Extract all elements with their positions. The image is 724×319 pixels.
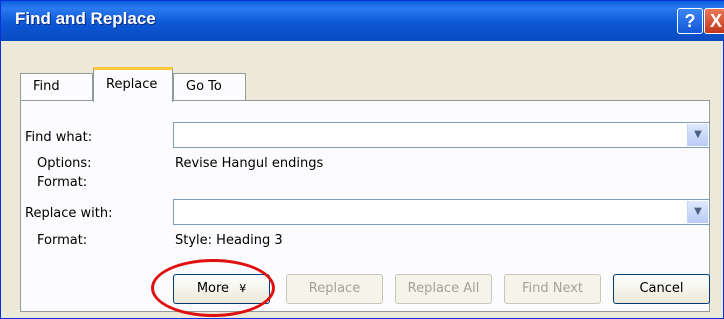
find-replace-dialog: Find and Replace ? X Find Replace Go To … bbox=[0, 0, 724, 319]
find-next-button-label: Find Next bbox=[521, 281, 584, 296]
tab-bar: Find Replace Go To bbox=[20, 67, 710, 102]
replace-button-label: Replace bbox=[308, 281, 361, 296]
find-what-label: Find what: bbox=[25, 130, 93, 145]
tab-find-label: Find bbox=[33, 79, 60, 94]
replace-with-combobox[interactable]: ▼ bbox=[173, 199, 710, 225]
dropdown-arrow-icon[interactable]: ▼ bbox=[687, 124, 708, 146]
tab-find[interactable]: Find bbox=[20, 73, 93, 101]
replace-format-label: Format: bbox=[37, 233, 88, 248]
replace-button[interactable]: Replace bbox=[286, 274, 383, 304]
dropdown-arrow-icon[interactable]: ▼ bbox=[687, 201, 708, 223]
close-icon[interactable]: X bbox=[704, 8, 724, 34]
tab-replace[interactable]: Replace bbox=[93, 67, 173, 102]
find-options-label: Options: bbox=[37, 156, 92, 171]
expand-icon: ¥ bbox=[239, 282, 247, 295]
find-next-button[interactable]: Find Next bbox=[504, 274, 601, 304]
tab-go-to[interactable]: Go To bbox=[173, 73, 246, 101]
replace-with-label: Replace with: bbox=[25, 206, 113, 221]
cancel-button[interactable]: Cancel bbox=[613, 274, 710, 304]
cancel-button-label: Cancel bbox=[639, 281, 684, 296]
more-button-label: More bbox=[196, 281, 230, 296]
tab-go-to-label: Go To bbox=[186, 79, 222, 94]
replace-all-button[interactable]: Replace All bbox=[395, 274, 492, 304]
replace-all-button-label: Replace All bbox=[407, 281, 480, 296]
find-what-combobox[interactable]: ▼ bbox=[173, 122, 710, 148]
dialog-title: Find and Replace bbox=[15, 9, 156, 28]
replace-format-value: Style: Heading 3 bbox=[175, 233, 283, 248]
tab-replace-label: Replace bbox=[106, 77, 158, 92]
title-bar[interactable]: Find and Replace ? X bbox=[1, 1, 724, 41]
more-button[interactable]: More ¥ bbox=[173, 274, 270, 304]
find-format-label: Format: bbox=[37, 175, 88, 190]
find-options-value: Revise Hangul endings bbox=[175, 156, 324, 171]
help-icon[interactable]: ? bbox=[677, 8, 703, 34]
